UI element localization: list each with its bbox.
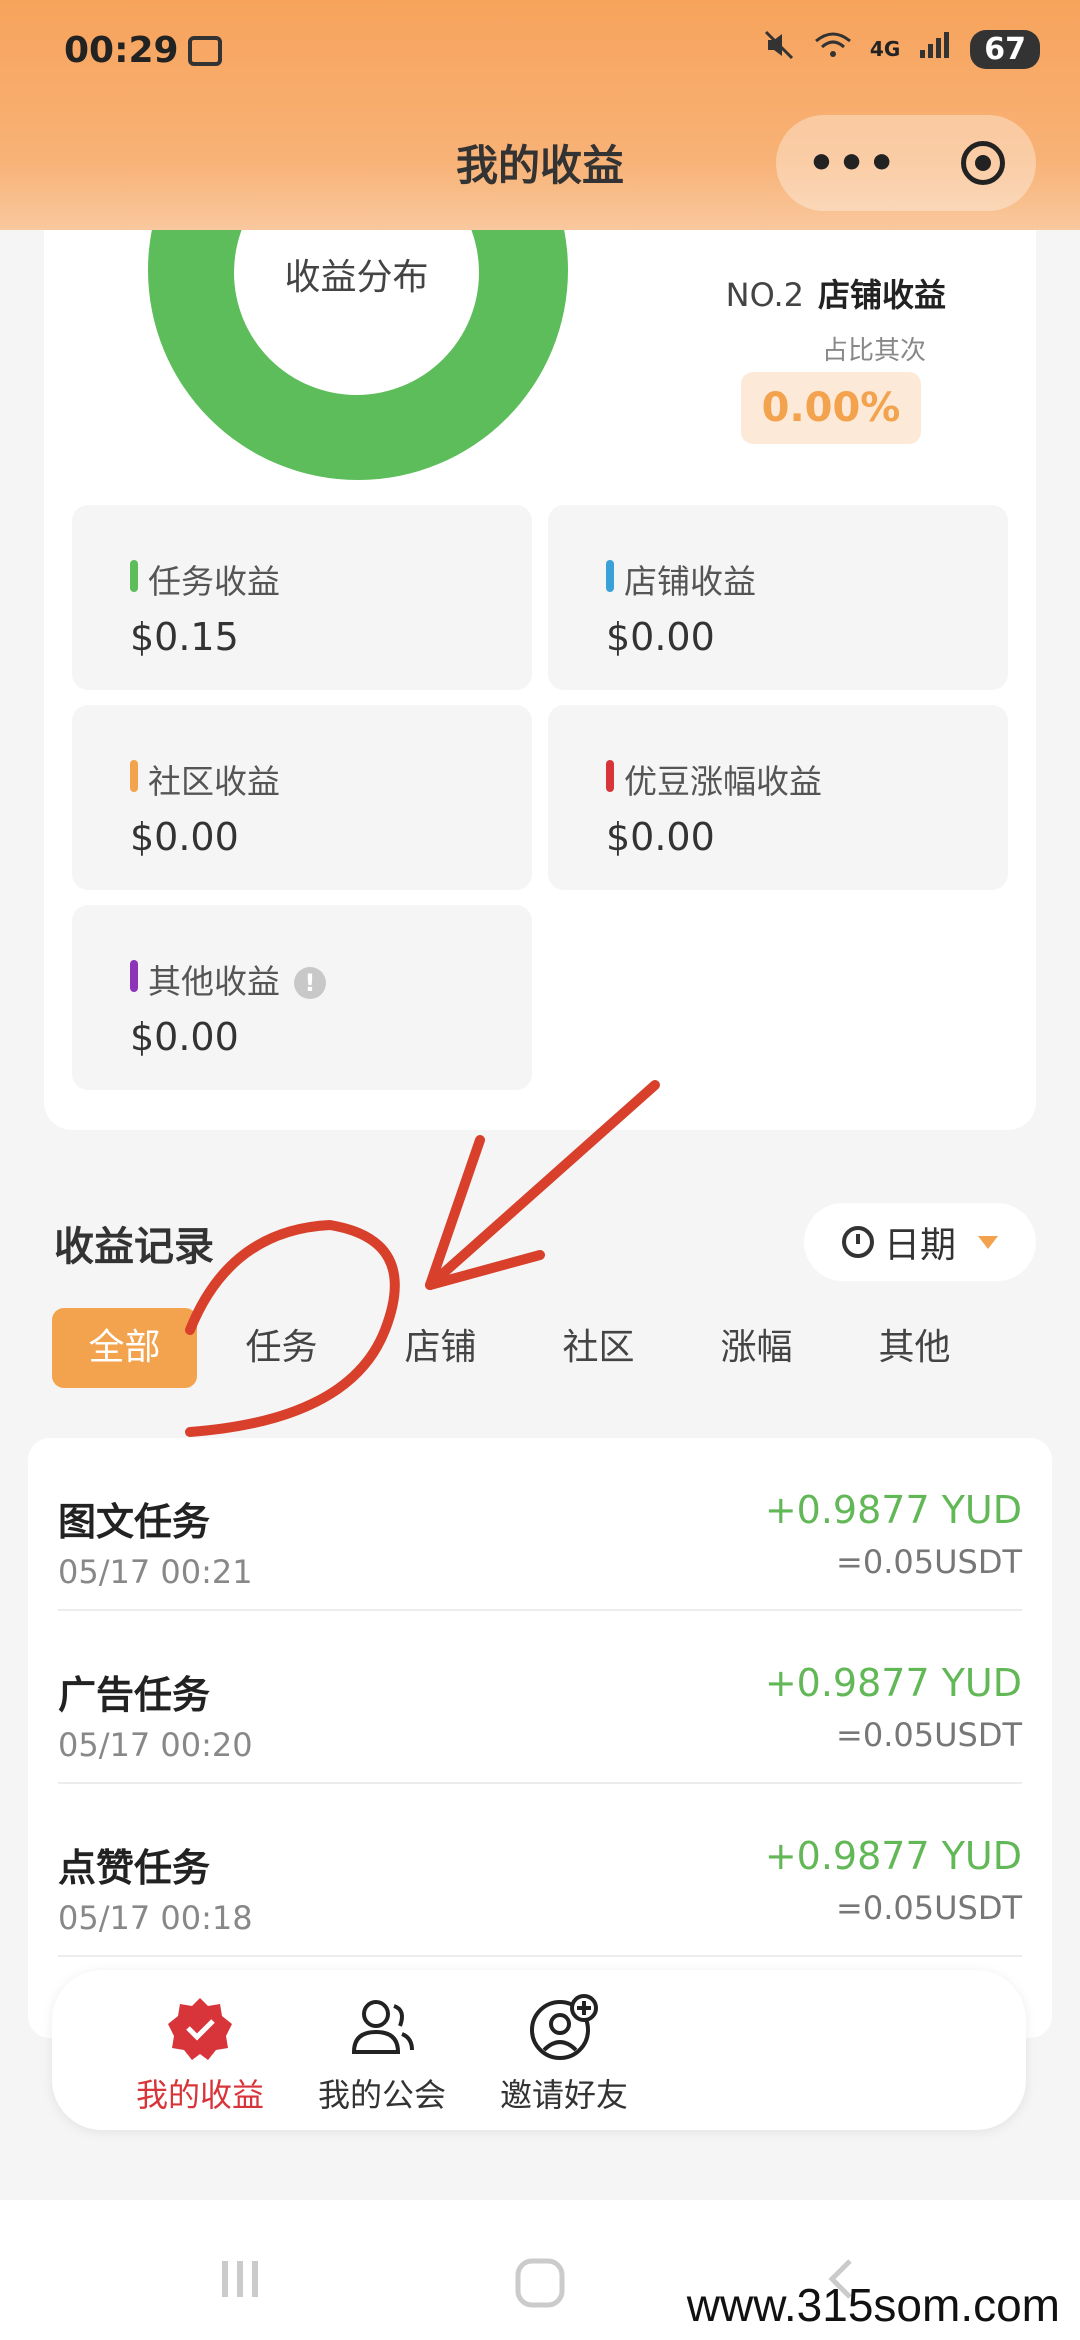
signal-icon [918, 30, 952, 68]
rank-subtitle: 占比其次 [821, 336, 926, 366]
income-tile-community[interactable]: 社区收益 $0.00 [72, 705, 532, 890]
record-row[interactable]: 点赞任务 05/17 00:18 +0.9877 YUD =0.05USDT [58, 1784, 1022, 1957]
tile-label: 其他收益! [148, 955, 326, 1003]
tile-label: 任务收益 [148, 562, 280, 601]
record-amount: +0.9877 YUD [764, 1488, 1022, 1532]
top-bar: 00:29 4G 67 我的收益 ••• [0, 0, 1080, 230]
bean-color-bar [606, 760, 614, 792]
tile-label: 店铺收益 [624, 562, 756, 601]
shop-color-bar [606, 560, 614, 592]
date-filter-label: 日期 [883, 1225, 956, 1266]
tile-value: $0.00 [130, 1015, 239, 1059]
community-color-bar [130, 760, 138, 792]
record-tabs: 全部 任务 店铺 社区 涨幅 其他 [52, 1308, 1028, 1388]
dropdown-caret-icon [978, 1235, 998, 1249]
record-usdt: =0.05USDT [836, 1716, 1022, 1754]
tab-task[interactable]: 任务 [209, 1308, 354, 1388]
record-title: 广告任务 [58, 1673, 211, 1717]
records-title: 收益记录 [54, 1224, 214, 1270]
record-time: 05/17 00:20 [58, 1726, 253, 1764]
tab-other[interactable]: 其他 [842, 1308, 987, 1388]
record-title: 图文任务 [58, 1500, 211, 1544]
mini-program-capsule: ••• [776, 115, 1036, 211]
donut-label: 收益分布 [284, 257, 429, 298]
screenshot-icon [188, 36, 222, 66]
home-icon[interactable] [512, 2255, 568, 2311]
wifi-icon [814, 29, 852, 69]
record-row[interactable]: 图文任务 05/17 00:21 +0.9877 YUD =0.05USDT [58, 1438, 1022, 1611]
record-time: 05/17 00:21 [58, 1553, 253, 1591]
tile-label: 优豆涨幅收益 [624, 762, 822, 801]
status-icons: 4G 67 [762, 28, 1040, 70]
nav-invite-friends[interactable]: 邀请好友 [444, 1970, 684, 2130]
mute-icon [762, 28, 796, 70]
income-tile-bean[interactable]: 优豆涨幅收益 $0.00 [548, 705, 1008, 890]
record-usdt: =0.05USDT [836, 1889, 1022, 1927]
record-amount: +0.9877 YUD [764, 1834, 1022, 1878]
income-tile-other[interactable]: 其他收益! $0.00 [72, 905, 532, 1090]
info-icon[interactable]: ! [294, 967, 326, 999]
network-type: 4G [869, 37, 901, 61]
other-color-bar [130, 960, 138, 992]
records-list: 图文任务 05/17 00:21 +0.9877 YUD =0.05USDT 广… [28, 1438, 1052, 2038]
nav-label: 邀请好友 [499, 2076, 628, 2114]
status-time: 00:29 [64, 30, 179, 71]
tile-value: $0.00 [606, 615, 715, 659]
income-tile-shop[interactable]: 店铺收益 $0.00 [548, 505, 1008, 690]
income-tile-task[interactable]: 任务收益 $0.15 [72, 505, 532, 690]
stopwatch-icon [841, 1226, 874, 1258]
tile-label: 社区收益 [148, 762, 280, 801]
recent-apps-icon[interactable] [216, 2255, 264, 2303]
tile-label-text: 其他收益 [148, 962, 280, 1001]
close-target-icon[interactable] [960, 141, 1005, 185]
tab-all[interactable]: 全部 [52, 1308, 197, 1388]
tab-shop[interactable]: 店铺 [368, 1308, 513, 1388]
more-button[interactable]: ••• [807, 138, 897, 189]
income-summary-card: 收益分布 NO.2 店铺收益 占比其次 0.00% 任务收益 $0.15 店铺收益… [44, 60, 1036, 1130]
tile-value: $0.00 [130, 815, 239, 859]
record-row[interactable]: 广告任务 05/17 00:20 +0.9877 YUD =0.05USDT [58, 1611, 1022, 1784]
record-time: 05/17 00:18 [58, 1899, 253, 1937]
record-title: 点赞任务 [58, 1846, 211, 1890]
tile-value: $0.15 [130, 615, 239, 659]
tile-value: $0.00 [606, 815, 715, 859]
record-amount: +0.9877 YUD [764, 1661, 1022, 1705]
rank-number: NO.2 [725, 276, 804, 314]
record-usdt: =0.05USDT [836, 1543, 1022, 1581]
tab-community[interactable]: 社区 [526, 1308, 671, 1388]
rank-line: NO.2 店铺收益 [726, 270, 946, 316]
users-icon [351, 2000, 414, 2054]
add-user-icon [530, 1994, 598, 2060]
battery-level: 67 [970, 29, 1040, 69]
task-color-bar [130, 560, 138, 592]
badge-check-icon [168, 1998, 232, 2060]
rank-name: 店铺收益 [817, 276, 946, 314]
bottom-navigation: 我的收益 我的公会 邀请好友 [52, 1970, 1026, 2130]
tab-gain[interactable]: 涨幅 [684, 1308, 829, 1388]
watermark-text: www.315som.com [686, 2279, 1060, 2331]
rank-percent-badge: 0.00% [741, 372, 921, 444]
date-filter-button[interactable]: 日期 [804, 1203, 1036, 1281]
